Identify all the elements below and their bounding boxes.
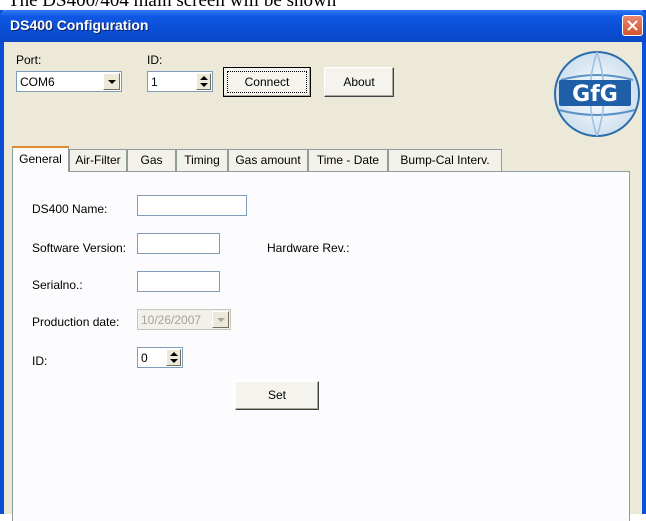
spin-arrows-icon[interactable] [166,349,181,366]
port-value: COM6 [20,75,55,89]
close-button[interactable] [622,15,643,36]
id-label: ID: [147,53,163,67]
close-icon [627,20,638,31]
id-stepper[interactable]: 1 [147,71,213,92]
id-field-stepper[interactable]: 0 [137,347,183,368]
software-version-input[interactable] [137,233,220,254]
about-label: About [343,75,375,89]
spin-arrows-icon[interactable] [196,73,211,90]
general-tab-panel: DS400 Name: Software Version: Hardware R… [12,171,630,521]
chevron-down-icon[interactable] [103,73,120,90]
hardware-rev-label: Hardware Rev.: [267,241,350,255]
set-label: Set [267,388,286,402]
tab-timing[interactable]: Timing [176,149,228,171]
tab-time-date[interactable]: Time - Date [308,149,388,171]
window-title: DS400 Configuration [10,17,149,33]
gfg-logo: GfG [554,51,640,137]
id-field-value: 0 [141,351,148,365]
serial-number-input[interactable] [137,271,220,292]
logo-text: GfG [572,82,618,107]
connect-button[interactable]: Connect [223,67,311,97]
production-date-label: Production date: [32,315,120,329]
id-value: 1 [151,75,158,89]
about-button[interactable]: About [324,67,394,97]
set-button[interactable]: Set [235,381,319,410]
title-bar[interactable]: DS400 Configuration [0,10,646,42]
tab-bump-cal-interval[interactable]: Bump-Cal Interv. [388,149,502,171]
software-version-label: Software Version: [32,241,127,255]
ds400-name-label: DS400 Name: [32,202,108,216]
tab-gas-amount[interactable]: Gas amount [228,149,308,171]
config-window: DS400 Configuration Port: COM6 ID: 1 Con… [0,10,646,521]
production-date-picker[interactable]: 10/26/2007 [137,309,231,330]
chevron-down-icon[interactable] [212,311,229,328]
ds400-name-input[interactable] [137,195,247,216]
port-select[interactable]: COM6 [16,71,122,92]
production-date-value: 10/26/2007 [141,313,202,327]
port-label: Port: [16,53,42,67]
tab-air-filter[interactable]: Air-Filter [69,149,127,171]
tab-gas[interactable]: Gas [127,149,176,171]
id-field-label: ID: [32,354,48,368]
document-caption: The DS400/404 main screen will be shown [0,0,646,10]
serial-number-label: Serialno.: [32,278,83,292]
tab-general[interactable]: General [12,146,69,172]
